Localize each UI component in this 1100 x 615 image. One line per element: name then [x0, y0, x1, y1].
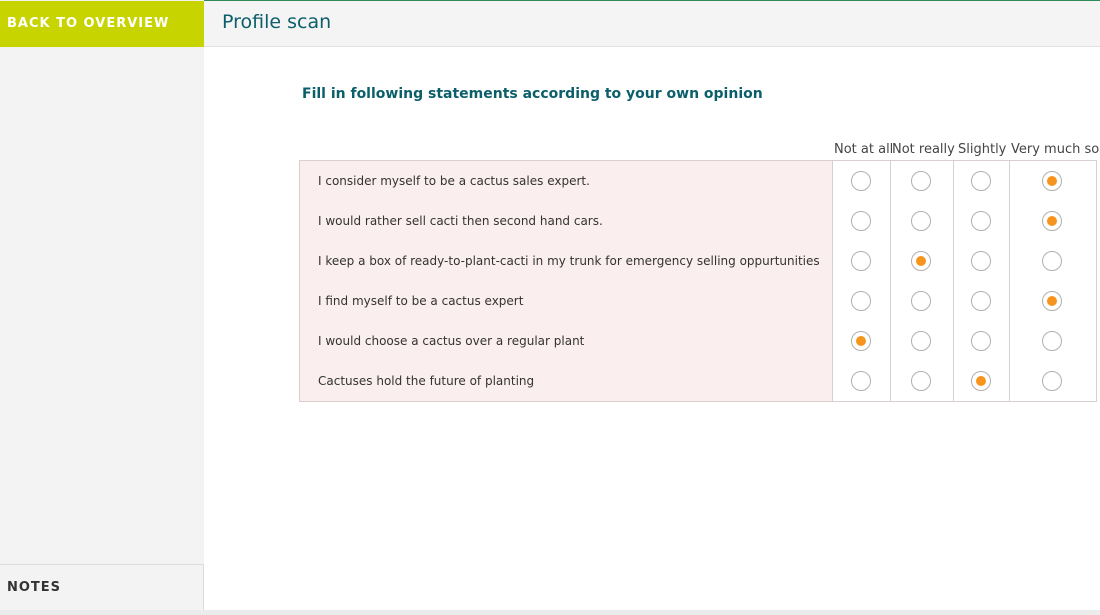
- column-header-not-really: Not really: [892, 142, 955, 157]
- answer-cell: [833, 201, 891, 241]
- answer-radio-slightly[interactable]: [971, 171, 991, 191]
- column-header-not-at-all: Not at all: [834, 142, 894, 157]
- answer-radio-not-at-all[interactable]: [851, 331, 871, 351]
- answer-cell: [833, 161, 891, 201]
- notes-button[interactable]: NOTES: [0, 564, 204, 610]
- answer-cell: [833, 321, 891, 361]
- statement-text: Cactuses hold the future of planting: [300, 361, 833, 401]
- survey-row: Cactuses hold the future of planting: [300, 361, 1096, 401]
- back-to-overview-button[interactable]: BACK TO OVERVIEW: [0, 1, 204, 47]
- answer-cell: [954, 241, 1010, 281]
- answer-radio-very-much-so[interactable]: [1042, 331, 1062, 351]
- answer-cell: [891, 241, 954, 281]
- answer-cell: [1010, 281, 1096, 321]
- answer-cell: [954, 161, 1010, 201]
- survey-row: I would rather sell cacti then second ha…: [300, 201, 1096, 241]
- statement-text: I would rather sell cacti then second ha…: [300, 201, 833, 241]
- answer-radio-slightly[interactable]: [971, 371, 991, 391]
- answer-radio-not-really[interactable]: [911, 291, 931, 311]
- answer-radio-very-much-so[interactable]: [1042, 211, 1062, 231]
- answer-cell: [891, 161, 954, 201]
- answer-cell: [891, 321, 954, 361]
- bottom-strip: [0, 610, 1100, 615]
- page-header: Profile scan: [204, 1, 1100, 47]
- answer-radio-very-much-so[interactable]: [1042, 291, 1062, 311]
- answer-cell: [1010, 201, 1096, 241]
- survey-row: I keep a box of ready-to-plant-cacti in …: [300, 241, 1096, 281]
- column-headers: Not at all Not really Slightly Very much…: [832, 142, 1100, 160]
- answer-cell: [833, 281, 891, 321]
- survey-row: I would choose a cactus over a regular p…: [300, 321, 1096, 361]
- survey-instructions: Fill in following statements according t…: [302, 86, 763, 102]
- answer-cell: [833, 361, 891, 401]
- answer-cell: [1010, 321, 1096, 361]
- page-title: Profile scan: [222, 11, 332, 33]
- answer-cell: [954, 361, 1010, 401]
- column-header-slightly: Slightly: [958, 142, 1007, 157]
- answer-radio-not-at-all[interactable]: [851, 211, 871, 231]
- answer-cell: [833, 241, 891, 281]
- answer-cell: [1010, 161, 1096, 201]
- answer-radio-slightly[interactable]: [971, 251, 991, 271]
- survey-row: I consider myself to be a cactus sales e…: [300, 161, 1096, 201]
- statement-text: I consider myself to be a cactus sales e…: [300, 161, 833, 201]
- answer-cell: [954, 201, 1010, 241]
- answer-cell: [1010, 241, 1096, 281]
- answer-radio-very-much-so[interactable]: [1042, 371, 1062, 391]
- statement-text: I would choose a cactus over a regular p…: [300, 321, 833, 361]
- survey-row: I find myself to be a cactus expert: [300, 281, 1096, 321]
- answer-radio-not-really[interactable]: [911, 211, 931, 231]
- answer-radio-not-really[interactable]: [911, 371, 931, 391]
- answer-cell: [954, 281, 1010, 321]
- answer-cell: [891, 201, 954, 241]
- answer-radio-slightly[interactable]: [971, 291, 991, 311]
- statement-text: I find myself to be a cactus expert: [300, 281, 833, 321]
- answer-radio-not-at-all[interactable]: [851, 291, 871, 311]
- answer-cell: [1010, 361, 1096, 401]
- statement-text: I keep a box of ready-to-plant-cacti in …: [300, 241, 833, 281]
- answer-radio-slightly[interactable]: [971, 331, 991, 351]
- answer-cell: [891, 361, 954, 401]
- answer-radio-not-at-all[interactable]: [851, 251, 871, 271]
- answer-radio-slightly[interactable]: [971, 211, 991, 231]
- column-header-very-much-so: Very much so: [1011, 142, 1100, 157]
- answer-cell: [891, 281, 954, 321]
- answer-radio-very-much-so[interactable]: [1042, 251, 1062, 271]
- answer-radio-not-really[interactable]: [911, 171, 931, 191]
- sidebar: BACK TO OVERVIEW NOTES: [0, 0, 204, 615]
- answer-radio-not-really[interactable]: [911, 251, 931, 271]
- answer-radio-not-at-all[interactable]: [851, 171, 871, 191]
- answer-radio-very-much-so[interactable]: [1042, 171, 1062, 191]
- survey-table: I consider myself to be a cactus sales e…: [299, 160, 1097, 402]
- answer-radio-not-at-all[interactable]: [851, 371, 871, 391]
- answer-radio-not-really[interactable]: [911, 331, 931, 351]
- answer-cell: [954, 321, 1010, 361]
